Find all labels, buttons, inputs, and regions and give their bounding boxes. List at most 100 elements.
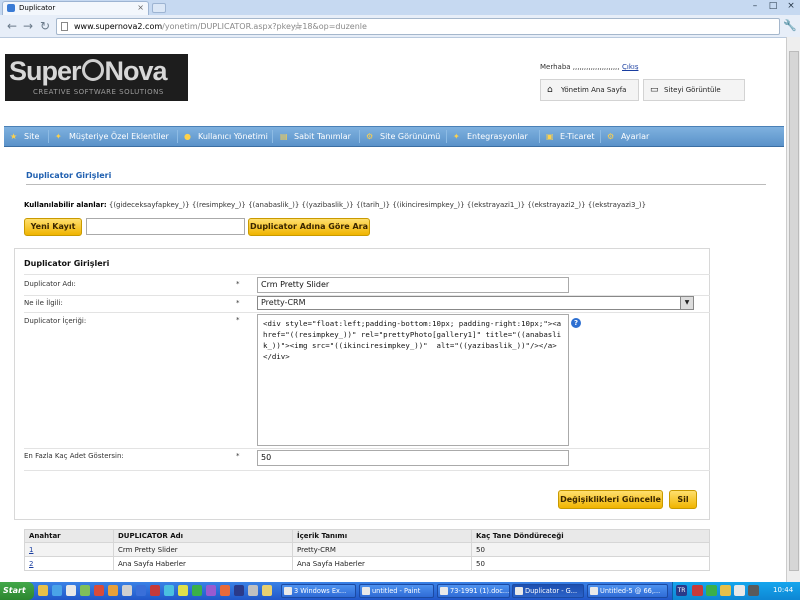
title-divider — [26, 184, 766, 185]
table-cell: Ana Sayfa Haberler — [113, 556, 293, 571]
quicklaunch-app-icon[interactable] — [80, 585, 90, 596]
name-label: Duplicator Adı: — [24, 280, 76, 288]
forward-icon[interactable]: → — [20, 18, 36, 34]
quicklaunch-app-icon[interactable] — [136, 585, 146, 596]
quicklaunch-app-icon[interactable] — [262, 585, 272, 596]
quicklaunch-app-icon[interactable] — [248, 585, 258, 596]
row-divider — [24, 448, 710, 449]
quicklaunch-app-icon[interactable] — [234, 585, 244, 596]
max-count-field[interactable]: 50 — [257, 450, 569, 466]
language-indicator[interactable]: TR — [676, 585, 687, 596]
menu-item-customer-plugins[interactable]: ✦ Müşteriye Özel Eklentiler — [55, 127, 169, 146]
quicklaunch-ie-icon[interactable] — [52, 585, 62, 596]
back-icon[interactable]: ← — [4, 18, 20, 34]
greeting-text: Merhaba ,,,,,,,,,,,,,,,,,,,,, — [540, 63, 620, 71]
quicklaunch-folder-icon[interactable] — [38, 585, 48, 596]
quicklaunch-firefox-icon[interactable] — [108, 585, 118, 596]
logout-link[interactable]: Çıkış — [622, 63, 638, 71]
quicklaunch-app-icon[interactable] — [178, 585, 188, 596]
quicklaunch-app-icon[interactable] — [164, 585, 174, 596]
volume-icon[interactable] — [748, 585, 759, 596]
menu-separator — [359, 130, 360, 143]
quicklaunch-app-icon[interactable] — [94, 585, 104, 596]
quicklaunch-app-icon[interactable] — [206, 585, 216, 596]
taskbar-item-chrome[interactable]: Duplicator - G... — [512, 584, 584, 598]
quicklaunch-app-icon[interactable] — [150, 585, 160, 596]
menu-item-site-appearance[interactable]: ⚙ Site Görünümü — [366, 127, 440, 146]
view-site-button[interactable]: ▭ Siteyi Görüntüle — [643, 79, 745, 101]
tray-app-icon[interactable] — [734, 585, 745, 596]
table-cell: Ana Sayfa Haberler — [292, 556, 472, 571]
new-tab-button[interactable] — [152, 3, 166, 13]
folder-icon — [284, 587, 292, 595]
menu-item-integrations[interactable]: ✦ Entegrasyonlar — [453, 127, 528, 146]
menu-separator — [48, 130, 49, 143]
chrome-icon — [515, 587, 523, 595]
search-input[interactable] — [86, 218, 245, 235]
menu-item-settings[interactable]: ⚙ Ayarlar — [607, 127, 649, 146]
menu-item-e-commerce[interactable]: ▣ E-Ticaret — [546, 127, 595, 146]
content-textarea[interactable]: <div style="float:left;padding-bottom:10… — [257, 314, 569, 446]
gear-icon: ⚙ — [607, 132, 615, 141]
taskbar-item-word[interactable]: 73-1991 (1).doc... — [437, 584, 510, 598]
table-header-row: Anahtar DUPLICATOR Adı İçerik Tanımı Kaç… — [24, 529, 710, 543]
tab-title: Duplicator — [19, 4, 56, 12]
gear-icon: ⚙ — [366, 132, 374, 141]
table-cell: 50 — [471, 556, 710, 571]
table-row[interactable]: 2 Ana Sayfa Haberler Ana Sayfa Haberler … — [24, 556, 710, 571]
menu-separator — [272, 130, 273, 143]
tray-app-icon[interactable] — [706, 585, 717, 596]
close-window-icon[interactable]: × — [782, 0, 800, 13]
maximize-icon[interactable]: □ — [764, 0, 782, 13]
wrench-icon[interactable]: 🔧 — [783, 19, 797, 32]
taskbar-item-paint[interactable]: untitled - Paint — [359, 584, 434, 598]
admin-home-button[interactable]: ⌂ Yönetim Ana Sayfa — [540, 79, 639, 101]
user-icon: ● — [184, 132, 191, 141]
related-label: Ne ile İlgili: — [24, 299, 63, 307]
help-icon[interactable]: ? — [571, 318, 581, 328]
menu-separator — [446, 130, 447, 143]
clock: 10:44 — [773, 586, 794, 594]
quicklaunch-app-icon[interactable] — [122, 585, 132, 596]
vertical-scrollbar[interactable] — [786, 37, 800, 582]
delete-button[interactable]: Sil — [669, 490, 697, 509]
menu-separator — [600, 130, 601, 143]
quicklaunch-app-icon[interactable] — [220, 585, 230, 596]
bookmark-star-icon[interactable]: ☆ — [293, 20, 775, 33]
required-mark: * — [236, 316, 240, 324]
taskbar-item-explorer[interactable]: 3 Windows Ex... — [281, 584, 356, 598]
new-record-button[interactable]: Yeni Kayıt — [24, 218, 82, 236]
save-changes-button[interactable]: Değişiklikleri Güncelle — [558, 490, 663, 509]
table-cell: 2 — [24, 556, 114, 571]
tray-app-icon[interactable] — [692, 585, 703, 596]
menu-item-fixed-definitions[interactable]: ▤ Sabit Tanımlar — [280, 127, 351, 146]
browser-tab[interactable]: Duplicator × — [2, 1, 149, 15]
table-row[interactable]: 1 Crm Pretty Slider Pretty-CRM 50 — [24, 542, 710, 557]
record-link[interactable]: 2 — [29, 560, 33, 568]
scrollbar-thumb[interactable] — [789, 51, 799, 571]
column-header[interactable]: DUPLICATOR Adı — [113, 529, 293, 543]
quicklaunch-app-icon[interactable] — [192, 585, 202, 596]
available-fields: Kullanılabilir alanlar: {(gideceksayfapk… — [24, 201, 647, 209]
tray-app-icon[interactable] — [720, 585, 731, 596]
menu-item-user-management[interactable]: ● Kullanıcı Yönetimi — [184, 127, 268, 146]
minimize-icon[interactable]: – — [746, 0, 764, 13]
word-icon — [440, 587, 448, 595]
related-select[interactable]: Pretty-CRM ▼ — [257, 296, 694, 310]
logo-ring-icon — [81, 59, 104, 81]
column-header[interactable]: İçerik Tanımı — [292, 529, 472, 543]
page-icon — [61, 22, 68, 31]
search-by-name-button[interactable]: Duplicator Adına Göre Ara — [248, 218, 370, 236]
menu-item-site[interactable]: ★ Site — [10, 127, 39, 146]
start-button[interactable]: Start — [0, 582, 34, 600]
column-header[interactable]: Kaç Tane Döndüreceği — [471, 529, 710, 543]
column-header[interactable]: Anahtar — [24, 529, 114, 543]
address-bar[interactable]: www.supernova2.com/yonetim/DUPLICATOR.as… — [56, 18, 780, 35]
form-title: Duplicator Girişleri — [24, 259, 110, 268]
record-link[interactable]: 1 — [29, 546, 33, 554]
taskbar-item-photoshop[interactable]: Untitled-5 @ 66,... — [587, 584, 668, 598]
reload-icon[interactable]: ↻ — [37, 18, 53, 34]
quicklaunch-desktop-icon[interactable] — [66, 585, 76, 596]
close-tab-icon[interactable]: × — [137, 3, 144, 12]
name-field[interactable]: Crm Pretty Slider — [257, 277, 569, 293]
